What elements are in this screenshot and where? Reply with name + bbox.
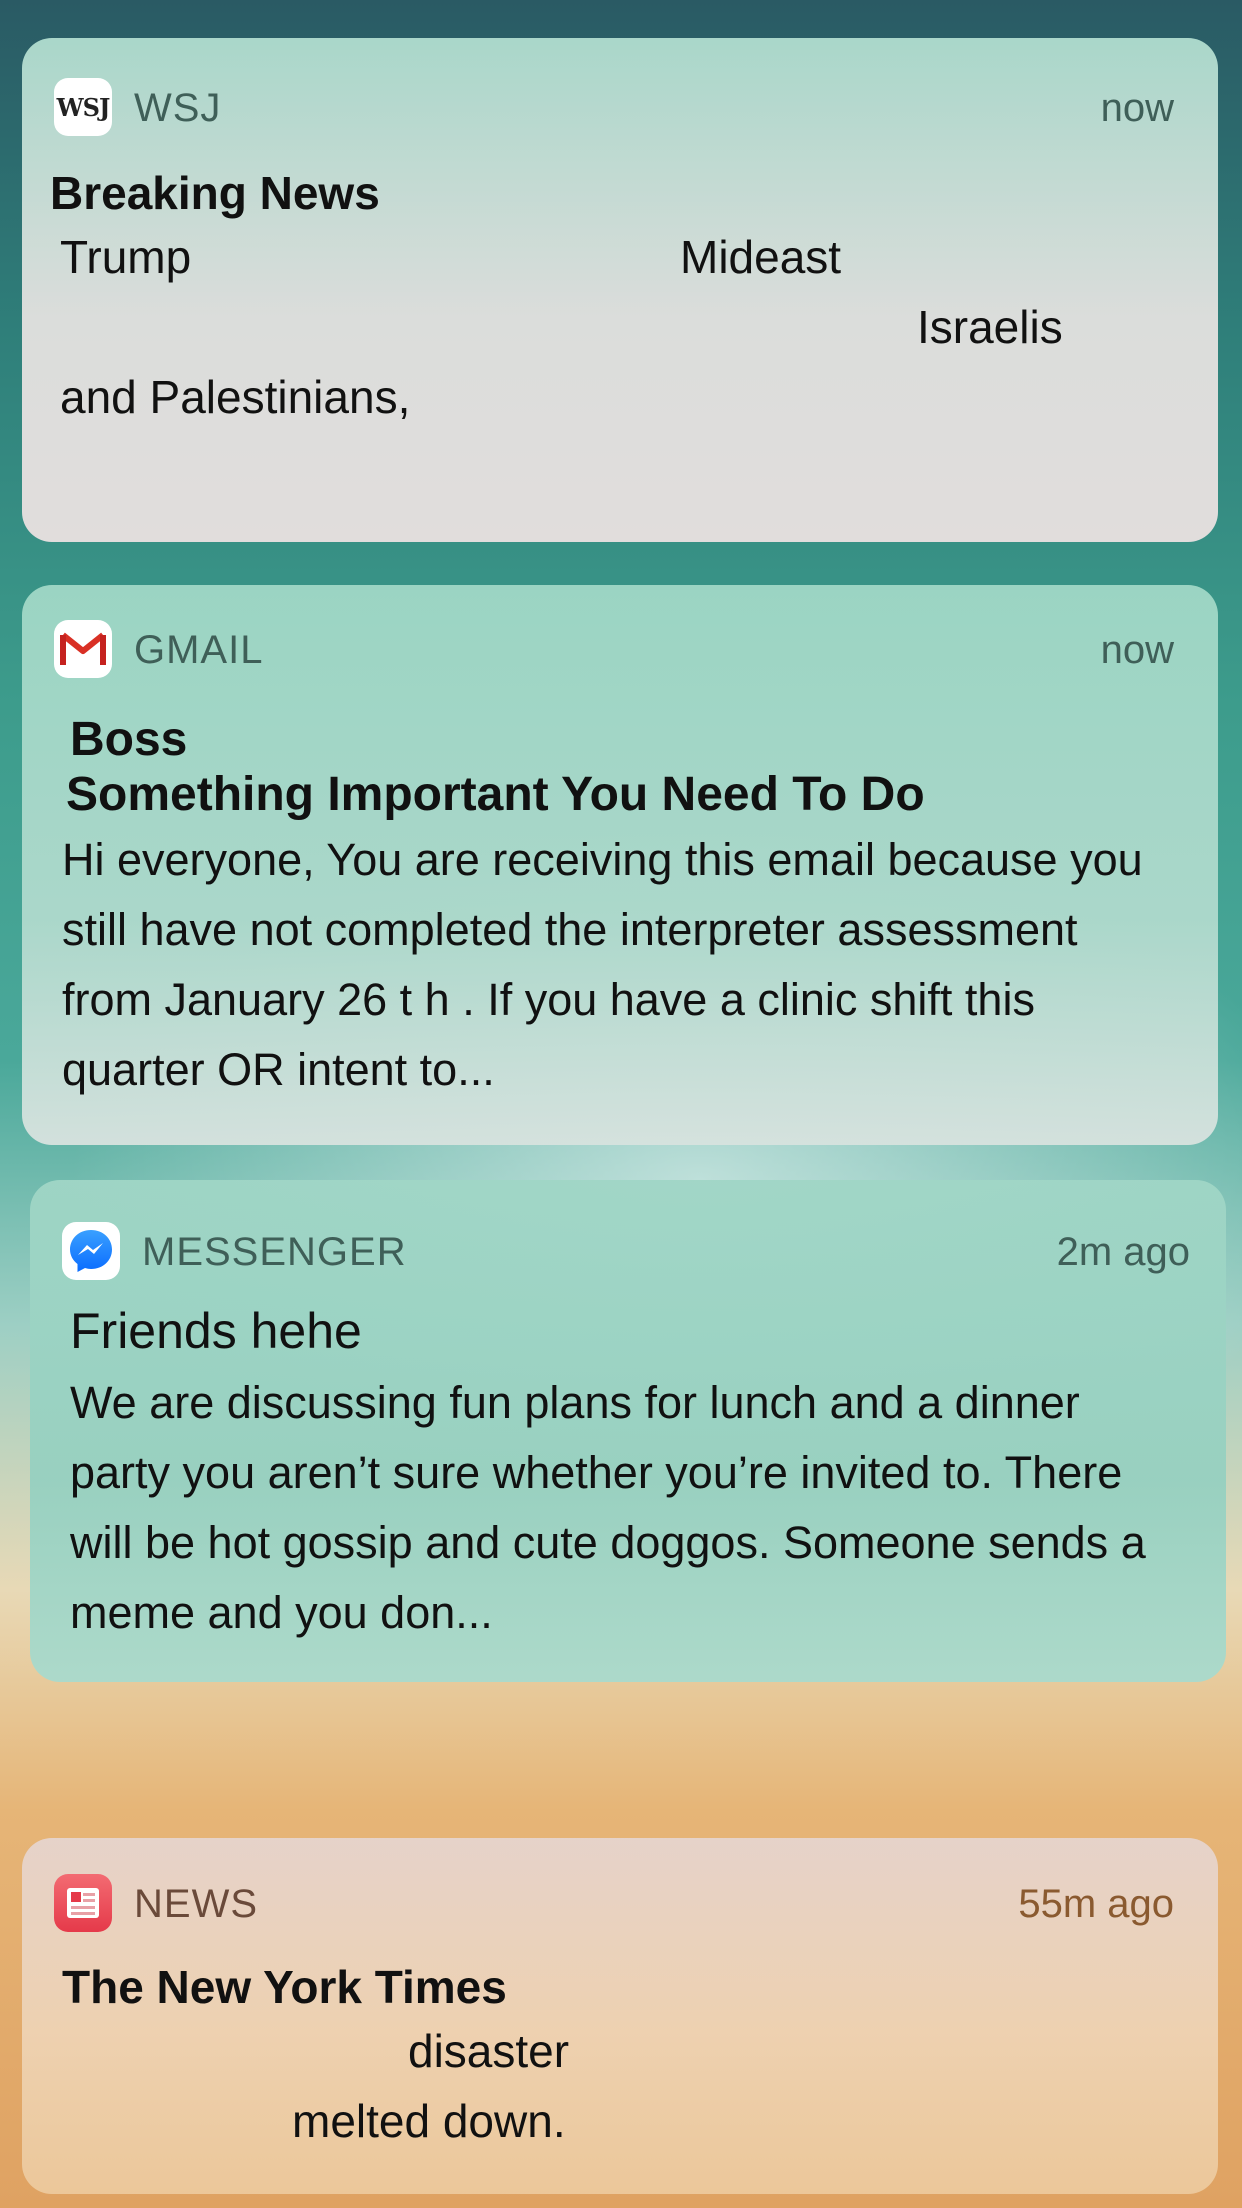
app-name: GMAIL <box>134 628 264 672</box>
messenger-icon <box>62 1222 120 1280</box>
messenger-notification[interactable]: MESSENGER 2m ago Friends hehe We are dis… <box>30 1180 1226 1682</box>
news-app-icon <box>54 1874 112 1932</box>
notification-time: now <box>1100 86 1174 130</box>
notification-time: now <box>1100 628 1174 672</box>
news-notification[interactable]: NEWS 55m ago The New York Times disaster… <box>22 1838 1218 2194</box>
gmail-notification[interactable]: GMAIL now Boss Something Important You N… <box>22 585 1218 1145</box>
email-subject: Something Important You Need To Do <box>66 768 925 821</box>
notification-title: Breaking News <box>50 167 380 219</box>
app-name: MESSENGER <box>142 1230 407 1274</box>
notification-header: MESSENGER 2m ago <box>62 1222 1190 1282</box>
message-preview: We are discussing fun plans for lunch an… <box>70 1377 1146 1638</box>
notification-time: 2m ago <box>1056 1230 1190 1274</box>
notification-header: WSJ WSJ now <box>54 78 1174 138</box>
email-sender: Boss <box>70 713 188 766</box>
notification-header: GMAIL now <box>54 620 1174 680</box>
body-line-1: Trump <box>60 231 192 283</box>
email-preview: Hi everyone, You are receiving this emai… <box>62 834 1143 1095</box>
news-source: The New York Times <box>62 1961 507 2013</box>
headline-line-2: melted down. <box>292 2095 566 2147</box>
app-name: NEWS <box>134 1882 258 1926</box>
app-name: WSJ <box>134 86 222 130</box>
gmail-envelope-icon <box>54 620 112 678</box>
notification-header: NEWS 55m ago <box>54 1874 1174 1934</box>
notification-time: 55m ago <box>1018 1882 1174 1926</box>
wsj-notification[interactable]: WSJ WSJ now Breaking News Trump Mideast … <box>22 38 1218 542</box>
headline-line-1: disaster <box>408 2025 570 2077</box>
body-line-2: Mideast <box>680 231 842 283</box>
conversation-name: Friends hehe <box>70 1303 362 1359</box>
body-line-4: and Palestinians, <box>60 371 411 423</box>
wsj-app-icon: WSJ <box>54 78 112 136</box>
body-line-3: Israelis <box>917 301 1063 353</box>
